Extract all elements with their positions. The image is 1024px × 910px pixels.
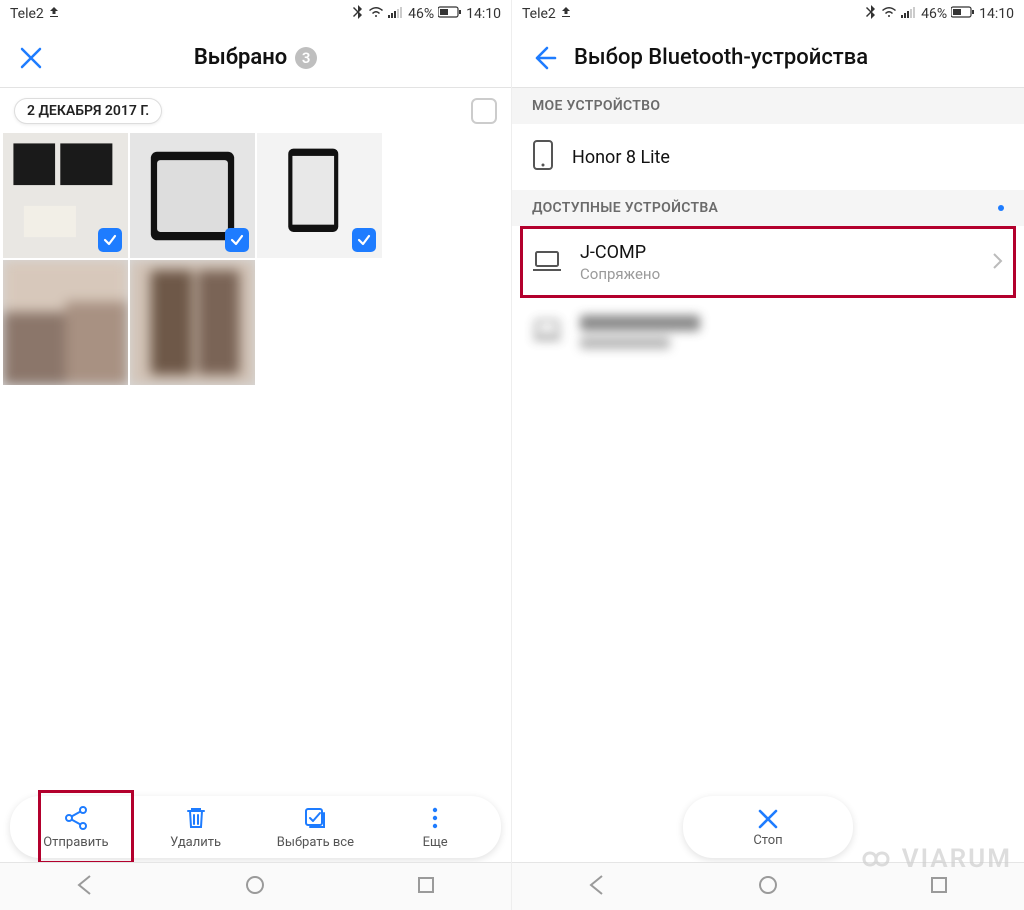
bluetooth-icon [352,5,364,23]
time-label: 14:10 [979,6,1014,22]
wifi-icon [368,6,384,22]
phone-icon [532,140,554,174]
close-button[interactable] [14,41,48,75]
home-nav-icon[interactable] [757,874,779,900]
checkmark-icon [225,228,249,252]
battery-pct: 46% [921,6,947,22]
laptop-icon [532,250,562,276]
more-button[interactable]: Еще [390,805,480,850]
signal-icon [388,6,404,22]
recent-nav-icon[interactable] [415,874,437,900]
select-all-button[interactable]: Выбрать все [270,805,360,850]
laptop-icon [532,319,562,345]
share-icon [63,805,89,831]
photo-thumb[interactable] [130,133,255,258]
device-name-blurred [580,315,700,331]
select-all-date-checkbox[interactable] [471,98,497,124]
bluetooth-icon [865,5,877,23]
watermark: VIARUM [856,844,1012,874]
carrier-label: Tele2 [10,6,44,22]
available-devices-header: ДОСТУПНЫЕ УСТРОЙСТВА [512,190,1024,226]
device-status-blurred [580,337,670,349]
more-icon [422,805,448,831]
checkmark-icon [98,228,122,252]
back-nav-icon[interactable] [586,874,608,900]
home-nav-icon[interactable] [244,874,266,900]
select-all-label: Выбрать все [277,835,354,850]
upload-icon [560,6,572,22]
system-navbar [0,862,511,910]
photo-image [130,260,255,385]
trash-icon [183,805,209,831]
device-name: J-COMP [580,242,974,263]
date-label: 2 ДЕКАБРЯ 2017 Г. [14,98,162,124]
back-nav-icon[interactable] [74,874,96,900]
available-header-label: ДОСТУПНЫЕ УСТРОЙСТВА [532,200,718,216]
photo-grid [0,132,511,386]
send-label: Отправить [43,835,108,850]
carrier-label: Tele2 [522,6,556,22]
available-device-row-blurred[interactable] [512,299,1024,365]
my-device-section-header: МОЕ УСТРОЙСТВО [512,88,1024,124]
chevron-right-icon [992,252,1004,274]
date-section: 2 ДЕКАБРЯ 2017 Г. [0,88,511,132]
device-status: Сопряжено [580,265,974,283]
status-bar: Tele2 46% 14:10 [512,0,1024,28]
my-device-name: Honor 8 Lite [572,147,1004,168]
available-device-row[interactable]: J-COMP Сопряжено [512,226,1024,299]
delete-button[interactable]: Удалить [151,805,241,850]
back-button[interactable] [526,41,560,75]
bluetooth-title: Выбор Bluetooth-устройства [574,45,868,70]
stop-button[interactable]: Стоп [683,796,853,858]
signal-icon [901,6,917,22]
scanning-spinner-icon [998,205,1004,211]
action-bar: Отправить Удалить Выбрать все [10,796,501,858]
send-button[interactable]: Отправить [31,805,121,850]
battery-icon [438,6,462,22]
photo-thumb[interactable] [257,133,382,258]
close-icon [756,807,780,831]
status-bar: Tele2 46% 14:10 [0,0,511,28]
battery-icon [951,6,975,22]
stop-label: Стоп [753,833,782,848]
photo-thumb[interactable] [3,133,128,258]
upload-icon [48,6,60,22]
select-all-icon [302,805,328,831]
photo-thumb[interactable] [130,260,255,385]
time-label: 14:10 [466,6,501,22]
watermark-text: VIARUM [902,844,1012,874]
battery-pct: 46% [408,6,434,22]
bluetooth-header: Выбор Bluetooth-устройства [512,28,1024,88]
delete-label: Удалить [170,835,221,850]
my-device-row: Honor 8 Lite [512,124,1024,190]
more-label: Еще [423,835,448,850]
recent-nav-icon[interactable] [928,874,950,900]
wifi-icon [881,6,897,22]
left-phone: Tele2 46% 14:10 Выбрано 3 [0,0,512,910]
checkmark-icon [352,228,376,252]
right-phone: Tele2 46% 14:10 Выбор Bluetooth-устройст… [512,0,1024,910]
selection-title: Выбрано [194,45,287,70]
selection-header: Выбрано 3 [0,28,511,88]
photo-image [3,260,128,385]
selection-count-badge: 3 [295,47,317,69]
infinity-icon [856,845,896,873]
photo-thumb[interactable] [3,260,128,385]
